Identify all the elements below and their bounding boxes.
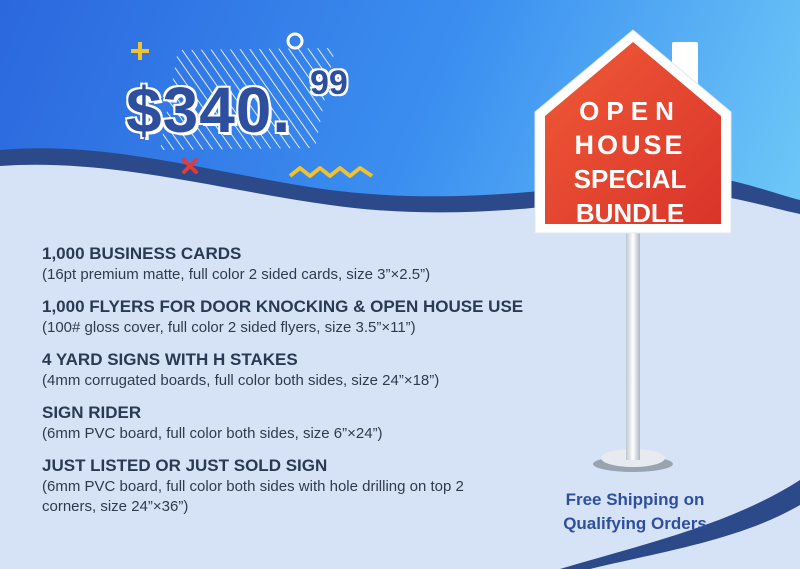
item-description: (6mm PVC board, full color both sides wi… <box>42 478 464 515</box>
item-title: 4 YARD SIGNS WITH H STAKES <box>42 350 298 369</box>
list-item: 4 YARD SIGNS WITH H STAKES (4mm corrugat… <box>42 349 562 391</box>
promo-banner: $340. 99 OPEN HOUSE SPECIAL BUNDLE 1,000… <box>0 0 800 569</box>
item-description: (4mm corrugated boards, full color both … <box>42 372 440 389</box>
sign-line-4: BUNDLE <box>575 198 685 228</box>
price-main: $340. <box>126 74 292 146</box>
price-cents: 99 <box>310 64 348 102</box>
list-item: 1,000 FLYERS FOR DOOR KNOCKING & OPEN HO… <box>42 296 562 338</box>
item-title: 1,000 BUSINESS CARDS <box>42 244 242 263</box>
shipping-line-1: Free Shipping on <box>565 490 705 509</box>
shipping-note: Free Shipping on Qualifying Orders <box>526 488 744 536</box>
item-title: SIGN RIDER <box>42 403 142 422</box>
item-description: (6mm PVC board, full color both sides, s… <box>42 425 383 442</box>
sign-line-2: HOUSE <box>574 130 686 160</box>
sign-title: OPEN HOUSE SPECIAL BUNDLE <box>548 94 712 230</box>
item-description: (100# gloss cover, full color 2 sided fl… <box>42 319 416 336</box>
list-item: 1,000 BUSINESS CARDS (16pt premium matte… <box>42 243 562 285</box>
item-description: (16pt premium matte, full color 2 sided … <box>42 266 431 283</box>
bundle-items-list: 1,000 BUSINESS CARDS (16pt premium matte… <box>42 243 562 528</box>
shipping-line-2: Qualifying Orders <box>563 514 707 533</box>
list-item: SIGN RIDER (6mm PVC board, full color bo… <box>42 402 562 444</box>
item-title: JUST LISTED OR JUST SOLD SIGN <box>42 456 328 475</box>
sign-line-1: OPEN <box>579 96 681 126</box>
list-item: JUST LISTED OR JUST SOLD SIGN (6mm PVC b… <box>42 455 562 517</box>
sign-line-3: SPECIAL <box>573 164 687 194</box>
price-tag: $340. 99 <box>126 64 456 150</box>
item-title: 1,000 FLYERS FOR DOOR KNOCKING & OPEN HO… <box>42 297 524 316</box>
